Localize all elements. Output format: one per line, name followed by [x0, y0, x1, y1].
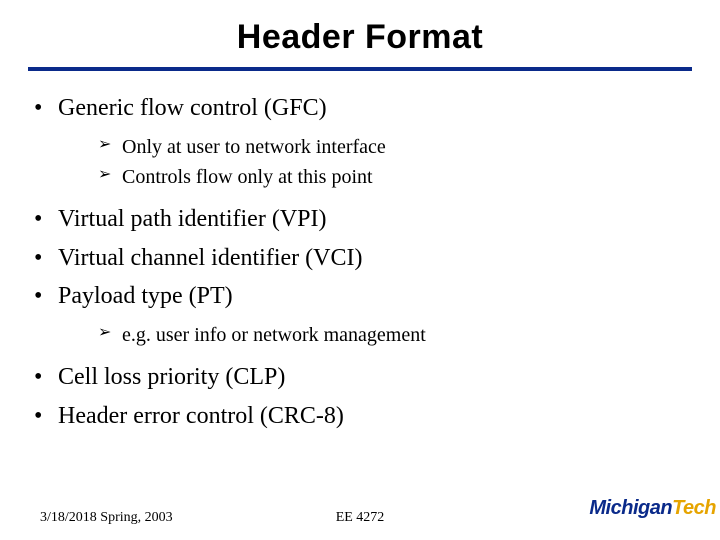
list-item: Only at user to network interface	[98, 132, 692, 162]
list-item: Header error control (CRC-8)	[34, 399, 692, 434]
list-item: e.g. user info or network management	[98, 320, 692, 350]
list-item: Virtual channel identifier (VCI)	[34, 241, 692, 276]
slide-body: Generic flow control (GFC) Only at user …	[28, 91, 692, 434]
bullet-text: Generic flow control (GFC)	[58, 95, 327, 121]
slide-title: Header Format	[28, 18, 692, 57]
logo-part-tech: Tech	[672, 497, 716, 519]
list-item: Payload type (PT) e.g. user info or netw…	[34, 279, 692, 350]
title-rule	[28, 67, 692, 71]
footer-date: 3/18/2018 Spring, 2003	[40, 510, 173, 526]
sub-bullet-text: Only at user to network interface	[122, 136, 386, 158]
list-item: Virtual path identifier (VPI)	[34, 202, 692, 237]
list-item: Controls flow only at this point	[98, 162, 692, 192]
footer-course: EE 4272	[336, 510, 385, 526]
list-item: Generic flow control (GFC) Only at user …	[34, 91, 692, 192]
bullet-text: Cell loss priority (CLP)	[58, 364, 285, 390]
sub-bullet-text: Controls flow only at this point	[122, 166, 373, 188]
michigan-tech-logo: MichiganTech	[589, 497, 716, 520]
footer: 3/18/2018 Spring, 2003 EE 4272 MichiganT…	[0, 504, 720, 526]
bullet-text: Virtual path identifier (VPI)	[58, 206, 326, 232]
list-item: Cell loss priority (CLP)	[34, 360, 692, 395]
bullet-text: Header error control (CRC-8)	[58, 403, 344, 429]
slide: Header Format Generic flow control (GFC)…	[0, 0, 720, 540]
sub-bullet-text: e.g. user info or network management	[122, 324, 426, 346]
bullet-text: Payload type (PT)	[58, 283, 233, 309]
sub-bullet-list: Only at user to network interface Contro…	[58, 132, 692, 192]
sub-bullet-list: e.g. user info or network management	[58, 320, 692, 350]
bullet-list: Generic flow control (GFC) Only at user …	[28, 91, 692, 434]
bullet-text: Virtual channel identifier (VCI)	[58, 245, 362, 271]
logo-part-michigan: Michigan	[589, 497, 672, 519]
